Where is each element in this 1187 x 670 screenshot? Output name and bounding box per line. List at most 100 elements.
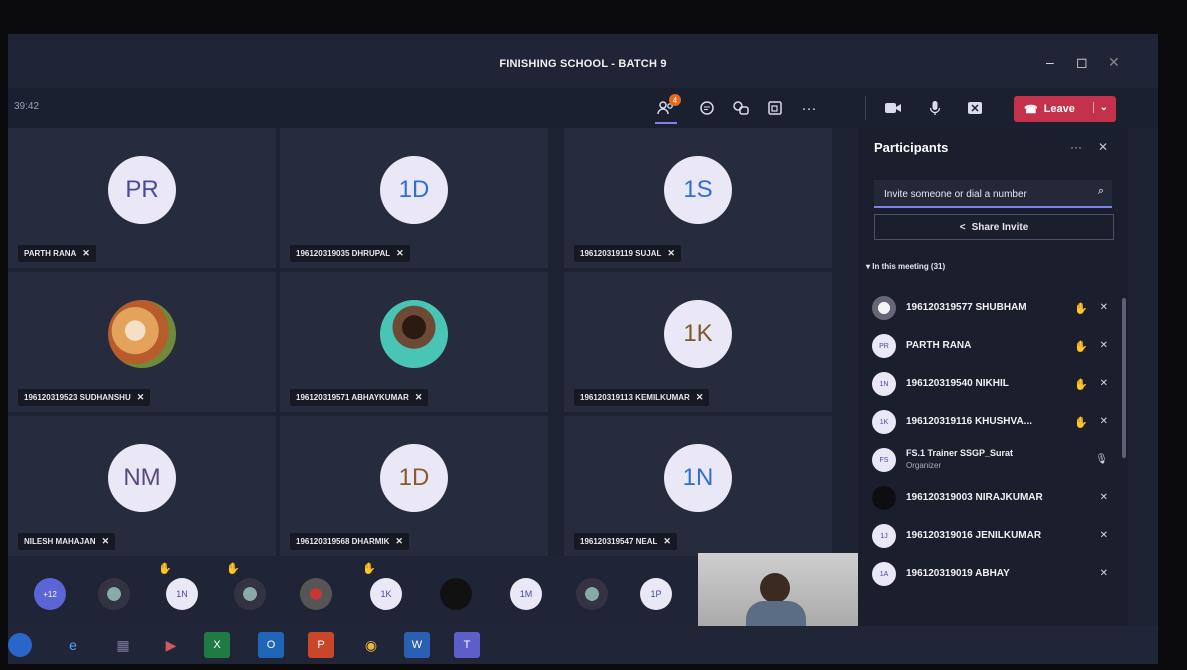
mic-off-icon: ✕ [396, 248, 404, 258]
toolbar-divider [865, 96, 866, 120]
video-tile[interactable]: 1D 196120319035 DHRUPAL ✕ [280, 128, 548, 268]
mini-avatar-photo[interactable] [234, 578, 266, 610]
participant-row[interactable]: 1K 196120319116 KHUSHVA... ✋ ✕ [872, 402, 1122, 440]
participant-name: 196120319540 NIKHIL [906, 378, 1009, 389]
share-screen-icon[interactable] [962, 96, 988, 120]
participant-row[interactable]: 1A 196120319019 ABHAY ✕ [872, 554, 1122, 592]
participant-list: 196120319577 SHUBHAM ✋ ✕ PR PARTH RANA ✋… [872, 288, 1122, 592]
outlook-icon[interactable]: O [258, 632, 284, 658]
participant-avatar: 1J [872, 524, 896, 548]
media-player-icon[interactable]: ▶ [158, 632, 184, 658]
leave-button[interactable]: ☎ Leave ⌄ [1014, 96, 1116, 122]
internet-explorer-icon[interactable]: e [60, 632, 86, 658]
chat-icon[interactable] [694, 96, 720, 120]
avatar: 1S [664, 156, 732, 224]
search-icon[interactable]: ⌕ [1098, 185, 1104, 198]
avatar: 1N [664, 444, 732, 512]
mini-avatar[interactable]: 1M [510, 578, 542, 610]
avatar-photo [380, 300, 448, 368]
mini-avatar-photo[interactable] [440, 578, 472, 610]
teams-icon[interactable]: T [454, 632, 480, 658]
video-tile[interactable]: 1D 196120319568 DHARMIK ✕ [280, 416, 548, 556]
video-tile[interactable]: PR PARTH RANA ✕ [8, 128, 276, 268]
participant-avatar: 1A [872, 562, 896, 586]
participant-row[interactable]: 196120319003 NIRAJKUMAR ✕ [872, 478, 1122, 516]
excel-icon[interactable]: X [204, 632, 230, 658]
more-participants-button[interactable]: +12 [34, 578, 66, 610]
mini-avatar[interactable]: 1P [640, 578, 672, 610]
invite-field[interactable]: ⌕ [874, 180, 1112, 208]
panel-scrollbar[interactable] [1122, 298, 1126, 458]
video-tile[interactable]: 1S 196120319119 SUJAL ✕ [564, 128, 832, 268]
participant-name: PARTH RANA [906, 340, 972, 351]
file-explorer-icon[interactable]: ▦ [110, 632, 136, 658]
video-tile[interactable]: 1N 196120319547 NEAL ✕ [564, 416, 832, 556]
participant-row[interactable]: FS FS.1 Trainer SSGP_Surat Organizer 🎙 [872, 440, 1122, 478]
video-grid: PR PARTH RANA ✕ 1D 196120319035 DHRUPAL ✕ … [8, 128, 858, 556]
reactions-icon[interactable] [728, 96, 754, 120]
video-tile[interactable]: 1K 196120319113 KEMILKUMAR ✕ [564, 272, 832, 412]
maximize-button[interactable]: ◻ [1076, 54, 1088, 71]
tile-name: NILESH MAHAJAN ✕ [18, 533, 116, 550]
breakout-rooms-icon[interactable] [762, 96, 788, 120]
mini-avatar[interactable]: 1K [370, 578, 402, 610]
participants-count-badge: 4 [669, 94, 681, 106]
tile-name: 196120319568 DHARMIK ✕ [290, 533, 409, 550]
participant-avatar: 1N [872, 372, 896, 396]
mini-avatar-photo[interactable] [300, 578, 332, 610]
participant-row[interactable]: 1N 196120319540 NIKHIL ✋ ✕ [872, 364, 1122, 402]
mic-off-icon: ✕ [1099, 378, 1108, 389]
mini-avatar-photo[interactable] [576, 578, 608, 610]
panel-more-icon[interactable]: ··· [1070, 140, 1082, 154]
video-tile[interactable]: NM NILESH MAHAJAN ✕ [8, 416, 276, 556]
mic-off-icon: ✕ [1099, 530, 1108, 541]
tile-name: 196120319119 SUJAL ✕ [574, 245, 681, 262]
meeting-timer: 39:42 [14, 101, 40, 112]
avatar-photo [108, 300, 176, 368]
tile-name: 196120319113 KEMILKUMAR ✕ [574, 389, 710, 406]
participant-avatar: FS [872, 448, 896, 472]
mic-off-icon: ✕ [101, 536, 110, 546]
start-button-icon[interactable] [8, 633, 32, 657]
share-icon: < [959, 221, 966, 233]
chrome-icon[interactable]: ◉ [358, 632, 384, 658]
participant-name: 196120319016 JENILKUMAR [906, 530, 1042, 541]
minimize-button[interactable]: – [1046, 54, 1054, 70]
participant-row[interactable]: PR PARTH RANA ✋ ✕ [872, 326, 1122, 364]
raised-hand-icon: ✋ [158, 563, 172, 575]
avatar: 1D [380, 156, 448, 224]
participant-role: Organizer [906, 461, 942, 470]
raised-hand-icon: ✋ [1074, 379, 1088, 391]
close-panel-icon[interactable]: ✕ [1098, 140, 1108, 154]
participant-row[interactable]: 1J 196120319016 JENILKUMAR ✕ [872, 516, 1122, 554]
in-meeting-section[interactable]: ▾ In this meeting (31) [866, 262, 945, 271]
tile-name: PARTH RANA ✕ [18, 245, 96, 262]
mini-avatar-photo[interactable] [98, 578, 130, 610]
participant-name: 196120319116 KHUSHVA... [906, 416, 1033, 427]
video-tile[interactable]: 196120319523 SUDHANSHU ✕ [8, 272, 276, 412]
invite-input[interactable] [882, 184, 1086, 204]
powerpoint-icon[interactable]: P [308, 632, 334, 658]
microphone-icon[interactable] [922, 96, 948, 120]
participant-avatar [872, 486, 896, 510]
mini-avatar[interactable]: 1N [166, 578, 198, 610]
self-view-video[interactable] [698, 553, 858, 629]
share-invite-button[interactable]: < Share Invite [874, 214, 1114, 240]
mic-off-icon: ✕ [414, 392, 423, 402]
chevron-down-icon[interactable]: ⌄ [1092, 102, 1108, 113]
mic-off-icon: ✕ [663, 536, 671, 546]
mic-off-icon: ✕ [82, 248, 90, 258]
word-icon[interactable]: W [404, 632, 430, 658]
avatar: 1K [664, 300, 732, 368]
more-actions-icon[interactable]: ··· [796, 96, 822, 120]
raised-hand-icon: ✋ [1074, 341, 1088, 353]
meeting-toolbar: 39:42 4 ··· ☎ Leave ⌄ [8, 88, 1158, 128]
camera-icon[interactable] [880, 96, 906, 120]
tile-name: 196120319035 DHRUPAL ✕ [290, 245, 410, 262]
video-tile[interactable]: 196120319571 ABHAYKUMAR ✕ [280, 272, 548, 412]
participant-row[interactable]: 196120319577 SHUBHAM ✋ ✕ [872, 288, 1122, 326]
participants-icon[interactable]: 4 [653, 94, 681, 124]
overflow-participants-strip: +12 ✋ 1N ✋ ✋ 1K 1M 1P [8, 553, 858, 629]
phone-hangup-icon: ☎ [1024, 103, 1038, 116]
close-window-button[interactable]: ✕ [1108, 54, 1120, 71]
